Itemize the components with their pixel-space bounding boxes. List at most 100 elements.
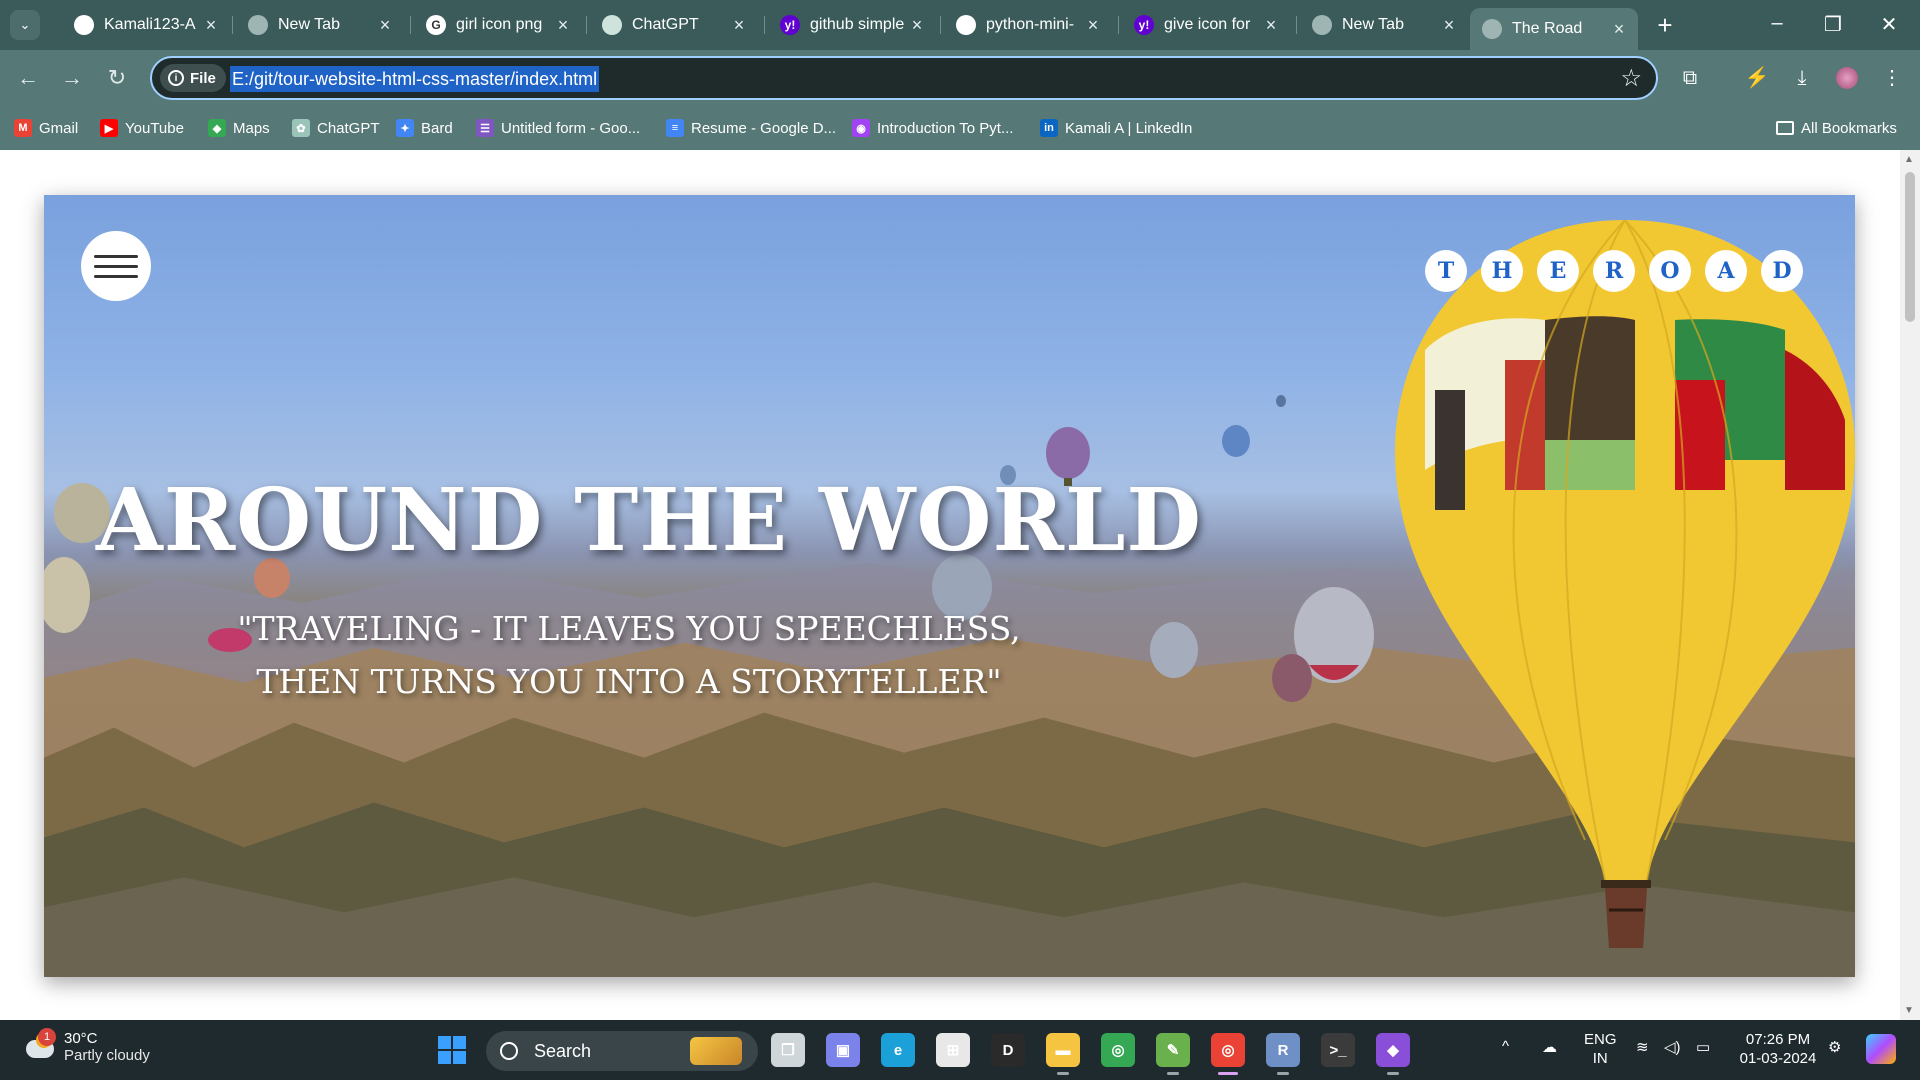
performance-icon[interactable]: ⚡ [1743,64,1771,92]
hero-quote: "TRAVELING - IT LEAVES YOU SPEECHLESS, T… [194,602,1064,708]
show-hidden-icons[interactable]: ^ [1502,1038,1509,1055]
bookmark-star-icon[interactable]: ☆ [1620,64,1642,93]
bookmark-label: Kamali A | LinkedIn [1065,119,1193,137]
info-icon: i [168,70,184,86]
chatgpt-icon: ✿ [292,119,310,137]
close-icon[interactable]: × [1262,15,1280,36]
bookmark-item[interactable]: ☰ Untitled form - Goo... [476,116,640,140]
profile-avatar[interactable] [1833,64,1861,92]
bookmark-item[interactable]: ≡ Resume - Google D... [666,116,836,140]
tab-separator [764,16,765,34]
bookmark-item[interactable]: ◆ Maps [208,116,270,140]
settings-gear-icon[interactable]: ⚙ [1828,1038,1841,1056]
chrome-profile-app[interactable]: ◎ [1211,1033,1245,1067]
browser-tab[interactable]: The Road × [1470,8,1638,50]
close-icon[interactable]: × [202,15,220,36]
bookmark-item[interactable]: ▶ YouTube [100,116,184,140]
onedrive-icon[interactable]: ☁ [1542,1038,1557,1056]
volume-icon[interactable]: ◁) [1664,1038,1681,1056]
browser-tab[interactable]: New Tab × [1300,8,1468,42]
tab-search-button[interactable]: ⌄ [10,10,40,40]
close-icon[interactable]: × [1084,15,1102,36]
scroll-up-icon[interactable]: ▲ [1904,154,1914,165]
notepad-app[interactable]: ✎ [1156,1033,1190,1067]
site-info-chip[interactable]: i File [160,64,226,92]
all-bookmarks-button[interactable]: All Bookmarks [1776,116,1897,140]
balloon-small [1272,654,1312,702]
globe-icon [1312,15,1332,35]
close-icon[interactable]: × [1610,19,1628,40]
edge-app[interactable]: e [881,1033,915,1067]
tab-title: github simple [810,16,905,33]
clock-time: 07:26 PM [1745,1031,1811,1048]
search-highlight-icon [690,1037,742,1065]
logo-letter: A [1705,250,1747,292]
file-explorer-app[interactable]: ▬ [1046,1033,1080,1067]
tab-separator [586,16,587,34]
chrome-app[interactable]: ◎ [1101,1033,1135,1067]
hamburger-menu-button[interactable] [81,231,151,301]
tab-title: python-mini- [986,16,1075,33]
hero-banner: T H E R O A D AROUND THE WORLD "TRAVELIN… [44,195,1855,977]
reload-button[interactable]: ↻ [103,64,131,92]
back-button[interactable]: ← [14,64,42,92]
browser-tab[interactable]: Ggirl icon png × [414,8,582,42]
bookmark-item[interactable]: ✿ ChatGPT [292,116,380,140]
browser-tab[interactable]: python-mini- × [944,8,1112,42]
browser-tab[interactable]: Kamali123-A × [62,8,230,42]
weather-widget[interactable]: 1 30°C Partly cloudy [22,1028,150,1064]
menu-kebab-icon[interactable]: ⋮ [1878,64,1906,92]
copilot-icon[interactable] [1866,1034,1896,1064]
extensions-icon[interactable]: ⧉ [1676,64,1704,92]
language-indicator[interactable]: ENG IN [1584,1030,1617,1068]
browser-tab[interactable]: New Tab × [236,8,404,42]
store-app[interactable]: ⊞ [936,1033,970,1067]
scroll-thumb[interactable] [1905,172,1915,322]
balloon-small [44,557,90,633]
close-icon[interactable]: × [376,15,394,36]
search-icon [500,1042,518,1060]
bookmark-item[interactable]: ◉ Introduction To Pyt... [852,116,1013,140]
bookmark-label: YouTube [125,119,184,137]
terminal-app[interactable]: >_ [1321,1033,1355,1067]
task-view-button[interactable]: ❐ [771,1033,805,1067]
new-tab-button[interactable]: + [1650,10,1680,41]
download-icon[interactable]: ⤓ [1788,64,1816,92]
close-icon[interactable]: × [908,15,926,36]
chatgpt-icon [602,15,622,35]
teams-app[interactable]: ▣ [826,1033,860,1067]
browser-tab[interactable]: ChatGPT × [590,8,758,42]
forward-button[interactable]: → [58,64,86,92]
visual-studio-app[interactable]: ◆ [1376,1033,1410,1067]
scroll-down-icon[interactable]: ▼ [1904,1005,1914,1016]
close-icon[interactable]: × [730,15,748,36]
browser-tab[interactable]: y! give icon for × [1122,8,1290,42]
close-icon[interactable]: × [1440,15,1458,36]
r-app[interactable]: R [1266,1033,1300,1067]
site-logo[interactable]: T H E R O A D [1425,250,1803,292]
bookmark-label: Gmail [39,119,79,137]
battery-icon[interactable]: ▭ [1696,1038,1710,1056]
restore-button[interactable]: ❐ [1818,12,1848,37]
start-button[interactable] [435,1033,469,1067]
dell-app[interactable]: D [991,1033,1025,1067]
url-text[interactable]: E:/git/tour-website-html-css-master/inde… [230,66,600,92]
clock[interactable]: 07:26 PM 01-03-2024 [1738,1030,1818,1068]
bookmark-item[interactable]: in Kamali A | LinkedIn [1040,116,1192,140]
minimize-button[interactable]: – [1762,12,1792,35]
browser-tab[interactable]: y! github simple × [768,8,936,42]
tab-separator [940,16,941,34]
balloon-small [1276,395,1286,407]
close-window-button[interactable]: ✕ [1874,12,1904,37]
wifi-icon[interactable]: ≋ [1636,1038,1649,1056]
bookmark-label: Maps [233,119,270,137]
close-icon[interactable]: × [554,15,572,36]
bookmark-label: Bard [421,119,453,137]
google-docs-icon: ≡ [666,119,684,137]
address-bar[interactable]: i File E:/git/tour-website-html-css-mast… [150,56,1658,100]
taskbar-search[interactable]: Search [486,1031,758,1071]
tab-separator [410,16,411,34]
bookmark-item[interactable]: ✦ Bard [396,116,453,140]
bookmark-item[interactable]: M Gmail [14,116,78,140]
page-scrollbar[interactable]: ▲ ▼ [1900,150,1920,1020]
